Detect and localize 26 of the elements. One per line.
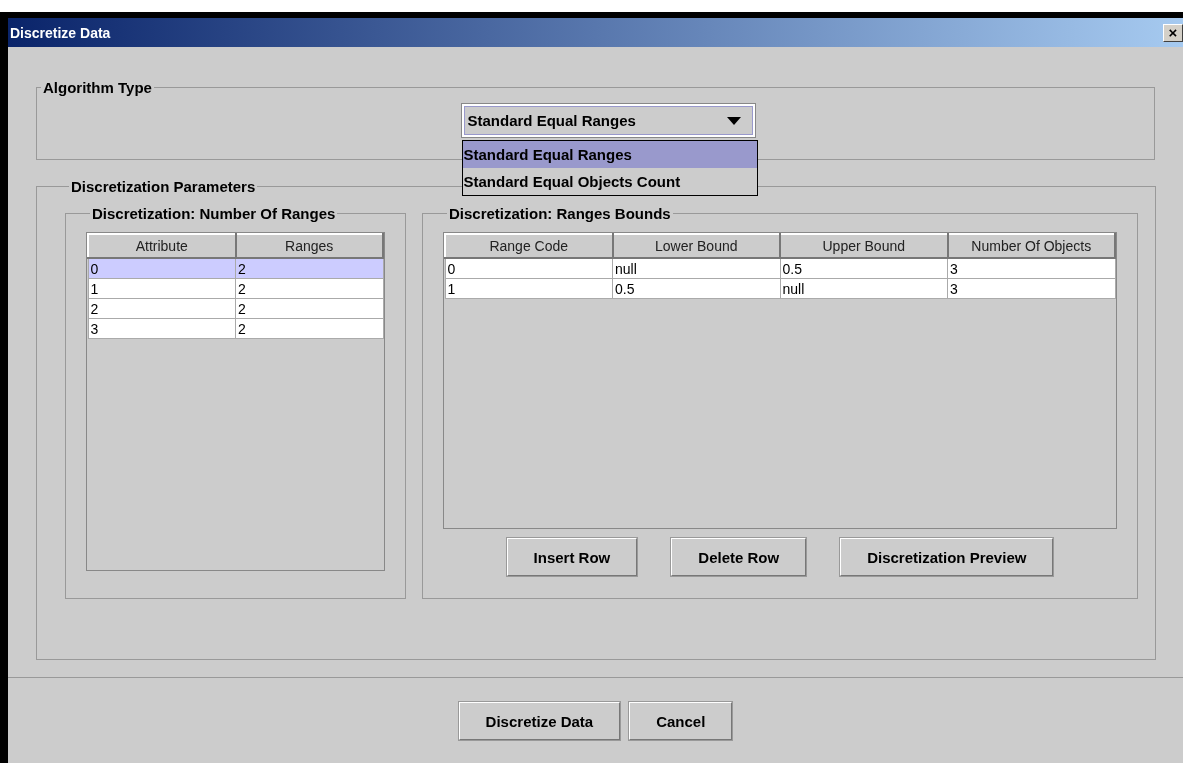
algorithm-dropdown[interactable]: Standard Equal Ranges [461,104,755,137]
dialog-button[interactable]: Discretize Data [458,702,621,740]
column-header[interactable]: Range Code [445,234,613,258]
group-title: Discretization: Number Of Ranges [91,205,337,222]
column-header[interactable]: Number Of Objects [947,234,1115,258]
panel-button[interactable]: Insert Row [506,538,638,576]
table-cell[interactable]: 2 [88,298,236,319]
dropdown-option[interactable]: Standard Equal Ranges [462,141,757,168]
table-cell[interactable]: 0 [445,258,613,279]
dialog-button[interactable]: Cancel [629,702,733,740]
panel-button[interactable]: Discretization Preview [840,538,1054,576]
close-button[interactable]: × [1163,23,1183,42]
table-cell[interactable]: 1 [88,278,236,299]
group-title: Discretization: Ranges Bounds [448,205,672,222]
column-header[interactable]: Upper Bound [780,234,948,258]
group-title: Discretization Parameters [70,178,257,195]
column-header[interactable]: Attribute [88,234,236,258]
panel-button[interactable]: Delete Row [671,538,807,576]
group-title: Algorithm Type [42,79,153,96]
table-cell[interactable]: 1 [445,278,613,299]
column-header[interactable]: Ranges [235,234,383,258]
caret-icon [726,116,741,125]
table-cell[interactable]: 0 [88,258,236,279]
table-cell[interactable]: 3 [88,318,236,339]
column-header[interactable]: Lower Bound [612,234,780,258]
window-title: Discretize Data [10,24,111,41]
